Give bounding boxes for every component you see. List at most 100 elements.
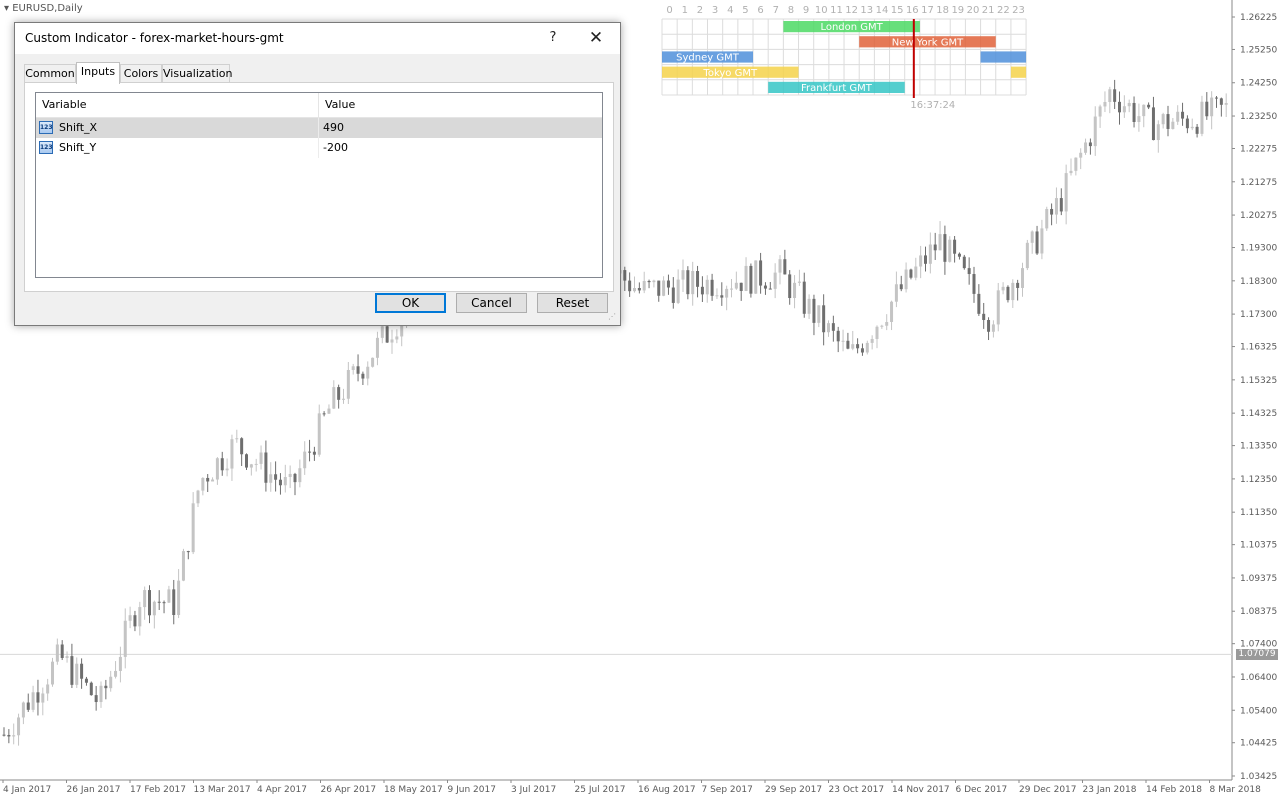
candle-body: [865, 342, 869, 353]
candle-body: [99, 685, 103, 703]
candle-body: [894, 284, 898, 302]
candle-body: [322, 413, 326, 415]
candle-body: [802, 281, 806, 314]
candle-body: [1069, 170, 1073, 174]
variable-value[interactable]: -200: [323, 138, 348, 158]
candle-body: [55, 644, 59, 662]
date-label: 8 Mar 2018: [1210, 785, 1262, 795]
candle-body: [1103, 101, 1107, 107]
candle-body: [768, 288, 772, 290]
candle-body: [70, 656, 74, 685]
candle-body: [628, 280, 632, 292]
candle-body: [1016, 282, 1020, 288]
candle-body: [846, 340, 850, 349]
date-label: 14 Feb 2018: [1146, 785, 1202, 795]
inputs-panel: Variable Value 123 Shift_X 490 123 Shift…: [24, 82, 614, 292]
candle-body: [1210, 97, 1214, 117]
candle-body: [763, 285, 767, 289]
candle-body: [1084, 142, 1088, 153]
candle-body: [327, 408, 331, 414]
dialog-titlebar[interactable]: Custom Indicator - forex-market-hours-gm…: [15, 23, 620, 54]
column-header-variable[interactable]: Variable: [36, 93, 318, 117]
hour-label: 18: [936, 5, 949, 16]
candle-body: [996, 290, 1000, 325]
price-label: 1.04425: [1240, 739, 1277, 749]
candle-body: [739, 282, 743, 291]
variable-value[interactable]: 490: [323, 118, 344, 138]
hour-label: 0: [666, 5, 672, 16]
session-bar: [1010, 66, 1027, 78]
candle-body: [1137, 116, 1141, 122]
candle-body: [1147, 104, 1151, 108]
candle-body: [259, 452, 263, 464]
candle-body: [17, 717, 21, 736]
date-label: 29 Dec 2017: [1019, 785, 1077, 795]
date-label: 13 Mar 2017: [194, 785, 251, 795]
candle-body: [375, 337, 379, 358]
candle-body: [899, 284, 903, 290]
hour-label: 19: [951, 5, 964, 16]
price-label: 1.03425: [1240, 772, 1277, 782]
candle-body: [41, 693, 45, 703]
candle-body: [642, 280, 646, 291]
help-button[interactable]: ?: [543, 28, 563, 48]
candle-body: [312, 451, 316, 455]
date-label: 6 Dec 2017: [956, 785, 1008, 795]
candle-body: [967, 268, 971, 275]
resize-grip-icon[interactable]: ⋰: [608, 313, 616, 321]
candle-body: [118, 656, 122, 671]
candle-body: [924, 255, 927, 264]
price-label: 1.26225: [1240, 13, 1277, 23]
column-header-value[interactable]: Value: [319, 93, 602, 117]
candle-body: [1025, 242, 1029, 269]
candle-body: [278, 479, 282, 486]
candle-body: [380, 326, 384, 338]
candle-body: [1181, 111, 1185, 119]
table-row[interactable]: 123 Shift_X 490: [36, 118, 602, 138]
candle-body: [788, 274, 792, 299]
candle-body: [807, 298, 811, 314]
candle-body: [1074, 157, 1078, 171]
candle-body: [671, 287, 675, 303]
date-label: 26 Jan 2017: [67, 785, 121, 795]
date-label: 9 Jun 2017: [448, 785, 496, 795]
tab-inputs[interactable]: Inputs: [76, 62, 120, 84]
candle-body: [1098, 106, 1102, 117]
date-label: 23 Oct 2017: [829, 785, 885, 795]
tab-visualization[interactable]: Visualization: [162, 64, 232, 83]
candle-body: [1093, 116, 1097, 147]
candle-body: [793, 282, 797, 299]
candle-body: [1118, 101, 1121, 113]
candle-body: [715, 295, 719, 297]
candle-body: [797, 281, 801, 283]
candle-body: [734, 282, 738, 289]
candle-body: [1079, 152, 1083, 158]
reset-button[interactable]: Reset: [537, 293, 608, 313]
table-row[interactable]: 123 Shift_Y -200: [36, 138, 602, 158]
candle-body: [36, 692, 40, 703]
candle-body: [928, 244, 932, 264]
candle-body: [26, 702, 30, 710]
candle-body: [361, 373, 365, 379]
candle-body: [303, 451, 307, 469]
close-button[interactable]: ✕: [581, 25, 611, 51]
cell-divider: [318, 138, 319, 158]
session-label: Tokyo GMT: [702, 68, 758, 79]
candle-body: [196, 490, 200, 504]
candle-body: [914, 266, 918, 278]
price-label: 1.13350: [1240, 442, 1277, 452]
tab-colors[interactable]: Colors: [120, 64, 162, 83]
candle-body: [778, 259, 782, 273]
candle-body: [1021, 268, 1024, 288]
price-label: 1.14325: [1240, 409, 1277, 419]
date-label: 25 Jul 2017: [575, 785, 626, 795]
tab-common[interactable]: Common: [24, 64, 76, 83]
cancel-button[interactable]: Cancel: [456, 293, 527, 313]
hour-label: 8: [788, 5, 794, 16]
candle-body: [191, 503, 195, 553]
hour-label: 12: [845, 5, 858, 16]
hour-label: 15: [891, 5, 904, 16]
price-label: 1.11350: [1240, 508, 1277, 518]
candle-body: [1219, 98, 1223, 105]
ok-button[interactable]: OK: [375, 293, 446, 313]
